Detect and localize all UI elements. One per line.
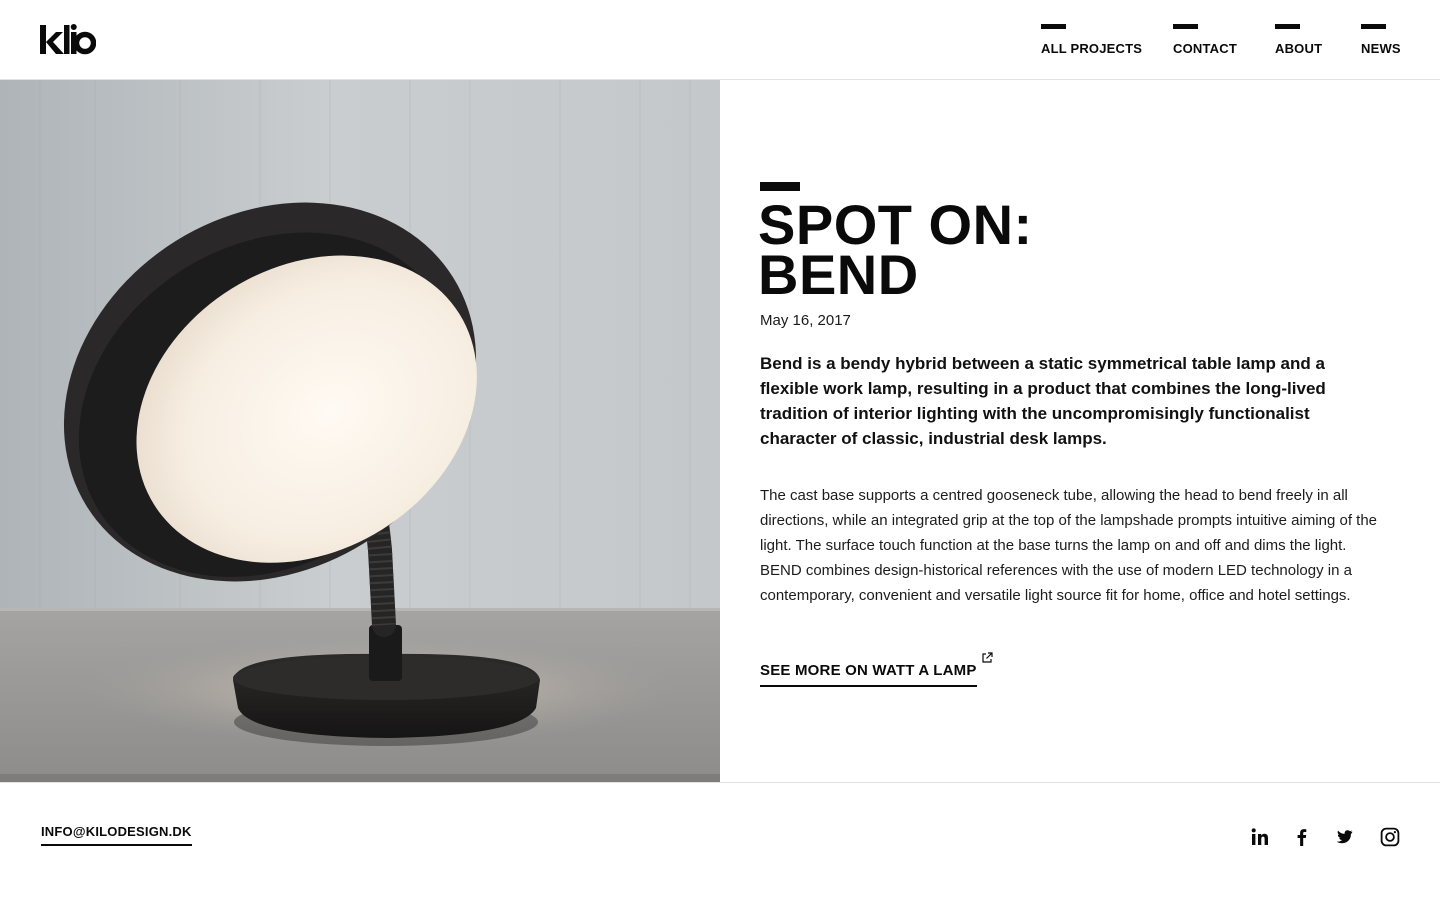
watt-a-lamp-link-label: SEE MORE ON WATT A LAMP [760, 662, 977, 687]
hero-image [0, 80, 720, 782]
lamp-photo [0, 80, 720, 782]
nav-label: NEWS [1361, 41, 1401, 56]
twitter-icon [1336, 830, 1353, 844]
article-lead: Bend is a bendy hybrid between a static … [760, 354, 1326, 448]
article: SPOT ON: BEND May 16, 2017 Bend is a ben… [720, 80, 1440, 782]
kilo-logo[interactable] [40, 22, 97, 56]
instagram-icon [1380, 827, 1400, 847]
article-title-line-2: BEND [758, 243, 919, 306]
site-header: ALL PROJECTS CONTACT ABOUT NEWS [0, 0, 1440, 80]
facebook-link[interactable] [1292, 827, 1312, 847]
nav-indicator [1361, 24, 1386, 29]
nav-label: CONTACT [1173, 41, 1237, 56]
nav-label: ALL PROJECTS [1041, 41, 1143, 56]
facebook-icon [1297, 829, 1307, 846]
external-link-icon [981, 652, 993, 663]
instagram-link[interactable] [1380, 827, 1400, 847]
linkedin-link[interactable] [1250, 827, 1270, 847]
nav-indicator [1041, 24, 1066, 29]
nav-indicator [1173, 24, 1198, 29]
article-body: The cast base supports a centred goosene… [760, 487, 1378, 604]
nav-label: ABOUT [1275, 41, 1323, 56]
title-accent-bar [760, 182, 800, 191]
article-title: SPOT ON: BEND [758, 197, 1318, 306]
kilo-logo-mark [40, 24, 97, 55]
twitter-link[interactable] [1334, 827, 1354, 847]
article-date: May 16, 2017 [760, 312, 851, 329]
nav-indicator [1275, 24, 1300, 29]
watt-a-lamp-link[interactable]: SEE MORE ON WATT A LAMP [760, 652, 993, 687]
site-footer: INFO@KILODESIGN.DK [0, 782, 1440, 900]
contact-email-link[interactable]: INFO@KILODESIGN.DK [41, 824, 192, 846]
linkedin-icon [1251, 828, 1268, 845]
